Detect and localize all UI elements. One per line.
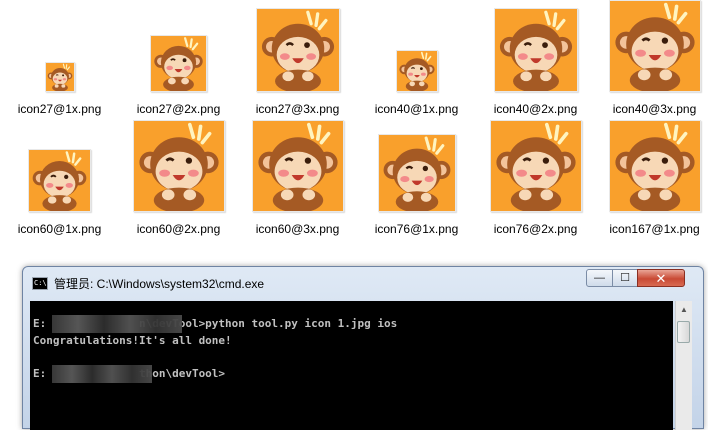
- scroll-up-icon[interactable]: ▲: [676, 301, 692, 318]
- thumbnail-frame: [476, 120, 595, 216]
- maximize-button[interactable]: ☐: [612, 269, 638, 287]
- thumbnail-frame: [357, 0, 476, 96]
- thumbnail-frame: [238, 120, 357, 216]
- file-name[interactable]: icon27@1x.png: [0, 102, 119, 117]
- thumbnail-frame: [119, 120, 238, 216]
- file-name[interactable]: icon27@2x.png: [119, 102, 238, 117]
- monkey-icon[interactable]: [395, 50, 438, 92]
- vertical-scrollbar[interactable]: ▲: [675, 301, 692, 430]
- window-title: 管理员: C:\Windows\system32\cmd.exe: [54, 277, 265, 291]
- file-name[interactable]: icon40@1x.png: [357, 102, 476, 117]
- redacted-path-blur: [52, 365, 152, 383]
- file-name[interactable]: icon60@3x.png: [238, 222, 357, 237]
- thumbnail-frame: [119, 0, 238, 96]
- file-name[interactable]: icon40@3x.png: [595, 102, 708, 117]
- thumbnail-frame: [595, 0, 708, 96]
- thumbnail-frame: [238, 0, 357, 96]
- file-grid: icon27@1x.png icon27@2x.png icon27@3x.png i…: [0, 0, 708, 262]
- redacted-path-blur: [52, 315, 182, 333]
- minimize-icon: —: [594, 271, 605, 284]
- monkey-icon[interactable]: [251, 120, 344, 212]
- scroll-thumb[interactable]: [677, 321, 690, 343]
- thumbnail-frame: [476, 0, 595, 96]
- thumbnail-frame: [0, 0, 119, 96]
- console-line: Congratulations!It's all done!: [33, 334, 232, 347]
- monkey-icon[interactable]: [132, 120, 225, 212]
- file-name[interactable]: icon76@1x.png: [357, 222, 476, 237]
- thumbnail-frame: [0, 120, 119, 216]
- thumbnail-frame: [595, 120, 708, 216]
- maximize-icon: ☐: [620, 271, 630, 284]
- monkey-icon[interactable]: [377, 134, 456, 212]
- file-name[interactable]: icon27@3x.png: [238, 102, 357, 117]
- monkey-icon[interactable]: [28, 149, 91, 212]
- monkey-icon[interactable]: [255, 8, 340, 92]
- title-bar[interactable]: C:\ 管理员: C:\Windows\system32\cmd.exe — ☐…: [23, 267, 703, 301]
- file-name[interactable]: icon167@1x.png: [595, 222, 708, 237]
- cmd-window[interactable]: C:\ 管理员: C:\Windows\system32\cmd.exe — ☐…: [22, 266, 704, 430]
- close-icon: ✕: [655, 270, 667, 286]
- file-name[interactable]: icon76@2x.png: [476, 222, 595, 237]
- console-output[interactable]: E: n\devTool>python tool.py icon 1.jpg i…: [30, 301, 673, 430]
- monkey-icon[interactable]: [150, 35, 207, 92]
- monkey-icon[interactable]: [608, 120, 701, 212]
- monkey-icon[interactable]: [493, 8, 578, 92]
- monkey-icon[interactable]: [608, 0, 701, 92]
- file-name[interactable]: icon40@2x.png: [476, 102, 595, 117]
- close-button[interactable]: ✕: [637, 269, 685, 287]
- file-name[interactable]: icon60@2x.png: [119, 222, 238, 237]
- monkey-icon[interactable]: [489, 120, 582, 212]
- file-name[interactable]: icon60@1x.png: [0, 222, 119, 237]
- monkey-icon[interactable]: [44, 62, 75, 92]
- thumbnail-frame: [357, 120, 476, 216]
- cmd-app-icon[interactable]: C:\: [32, 277, 48, 290]
- minimize-button[interactable]: —: [586, 269, 613, 287]
